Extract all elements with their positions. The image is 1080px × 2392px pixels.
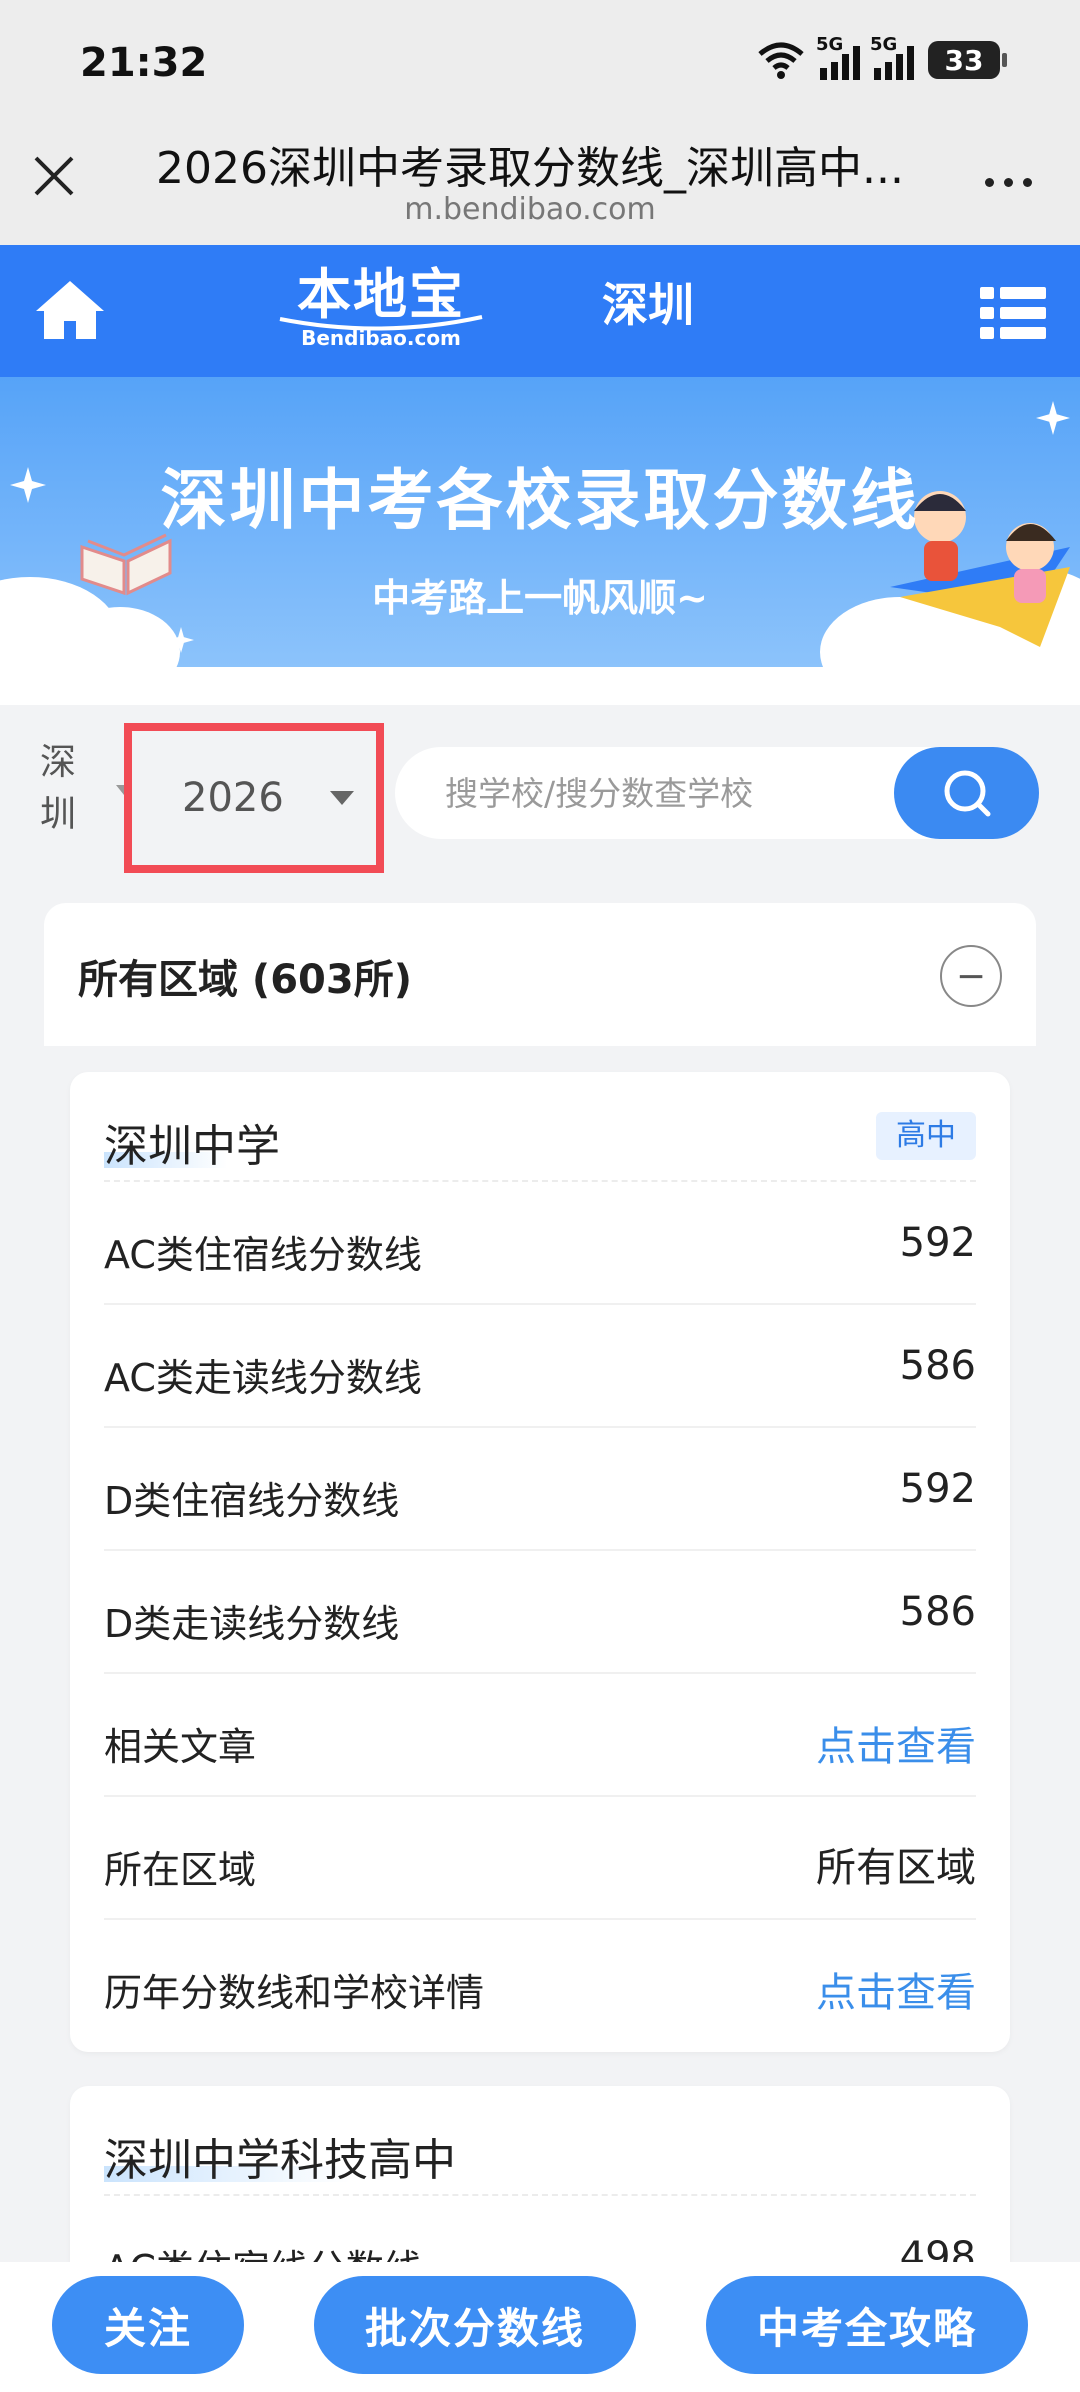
school-card-header: 深圳中学 高中 [104,1072,976,1182]
score-row: D类走读线分数线 586 [104,1551,976,1674]
exam-guide-button[interactable]: 中考全攻略 [706,2276,1028,2374]
home-icon[interactable] [34,277,106,343]
related-articles-row: 相关文章 点击查看 [104,1674,976,1797]
status-time: 21:32 [80,40,208,86]
page-url: m.bendibao.com [404,192,656,227]
signal-icon: 5G [816,34,860,80]
logo-swoosh-icon [279,315,483,331]
school-type-badge: 高中 [876,1112,976,1160]
chevron-down-icon [330,791,354,805]
row-value: 586 [899,1343,976,1389]
row-label: 历年分数线和学校详情 [104,1971,485,2015]
battery-icon: 33 [928,41,1007,79]
close-icon[interactable] [28,150,80,202]
history-row: 历年分数线和学校详情 点击查看 [104,1920,976,2043]
page-title: 2026深圳中考录取分数线_深圳高中... [156,143,904,194]
row-label: D类走读线分数线 [104,1602,400,1646]
row-label: 相关文章 [104,1725,257,1769]
row-value: 586 [899,1589,976,1635]
row-value: 592 [899,1466,976,1512]
star-icon [1036,401,1070,435]
score-row: D类住宿线分数线 592 [104,1428,976,1551]
banner-subtitle: 中考路上一帆风顺~ [372,576,708,620]
bottom-action-bar: 关注 批次分数线 中考全攻略 [0,2262,1080,2392]
banner-title: 深圳中考各校录取分数线 [160,462,920,539]
search-box [395,747,1039,839]
view-articles-link[interactable]: 点击查看 [816,1714,976,1772]
banner: 深圳中考各校录取分数线 中考路上一帆风顺~ [0,377,1080,667]
row-label: D类住宿线分数线 [104,1479,400,1523]
row-value: 592 [899,1220,976,1266]
row-label: AC类走读线分数线 [104,1356,422,1400]
row-value: 所有区域 [816,1845,976,1891]
divider [0,667,1080,705]
search-button[interactable] [894,747,1039,839]
collapse-button[interactable]: − [940,945,1002,1007]
region-row: 所在区域 所有区域 [104,1797,976,1920]
follow-button[interactable]: 关注 [52,2276,244,2374]
signal-icon-2: 5G [870,34,914,80]
search-icon [944,770,990,817]
year-value: 2026 [182,775,284,821]
city-select[interactable]: 深圳 [40,737,80,841]
site-header: 本地宝 Bendibao.com 深圳 [0,245,1080,377]
school-name[interactable]: 深圳中学科技高中 [104,2124,456,2188]
score-row: AC类住宿线分数线 592 [104,1182,976,1305]
status-icons: 5G 5G 33 [756,34,1007,80]
search-input[interactable] [445,747,845,839]
more-options-icon[interactable] [985,178,1032,187]
school-card: 深圳中学 高中 AC类住宿线分数线 592 AC类走读线分数线 586 D类住宿… [70,1072,1010,2052]
batch-scores-button[interactable]: 批次分数线 [314,2276,636,2374]
school-card-header: 深圳中学科技高中 [104,2086,976,2196]
view-history-link[interactable]: 点击查看 [816,1960,976,2018]
score-row: AC类走读线分数线 586 [104,1305,976,1428]
site-logo[interactable]: 本地宝 Bendibao.com [276,263,486,363]
region-header[interactable]: 所有区域 (603所) − [44,903,1036,1046]
row-label: 所在区域 [104,1848,257,1892]
filter-row: 深圳 2026 [0,705,1080,895]
region-title: 所有区域 (603所) [78,957,412,1003]
row-label: AC类住宿线分数线 [104,1233,422,1277]
star-icon [168,627,194,653]
city-name[interactable]: 深圳 [602,269,694,335]
browser-title-bar: 2026深圳中考录取分数线_深圳高中... m.bendibao.com [0,130,1080,245]
wifi-icon [758,42,804,79]
school-name[interactable]: 深圳中学 [104,1110,280,1174]
year-select[interactable]: 2026 [124,723,384,873]
menu-icon[interactable] [980,285,1046,341]
status-bar: 21:32 5G 5G 33 [0,0,1080,130]
